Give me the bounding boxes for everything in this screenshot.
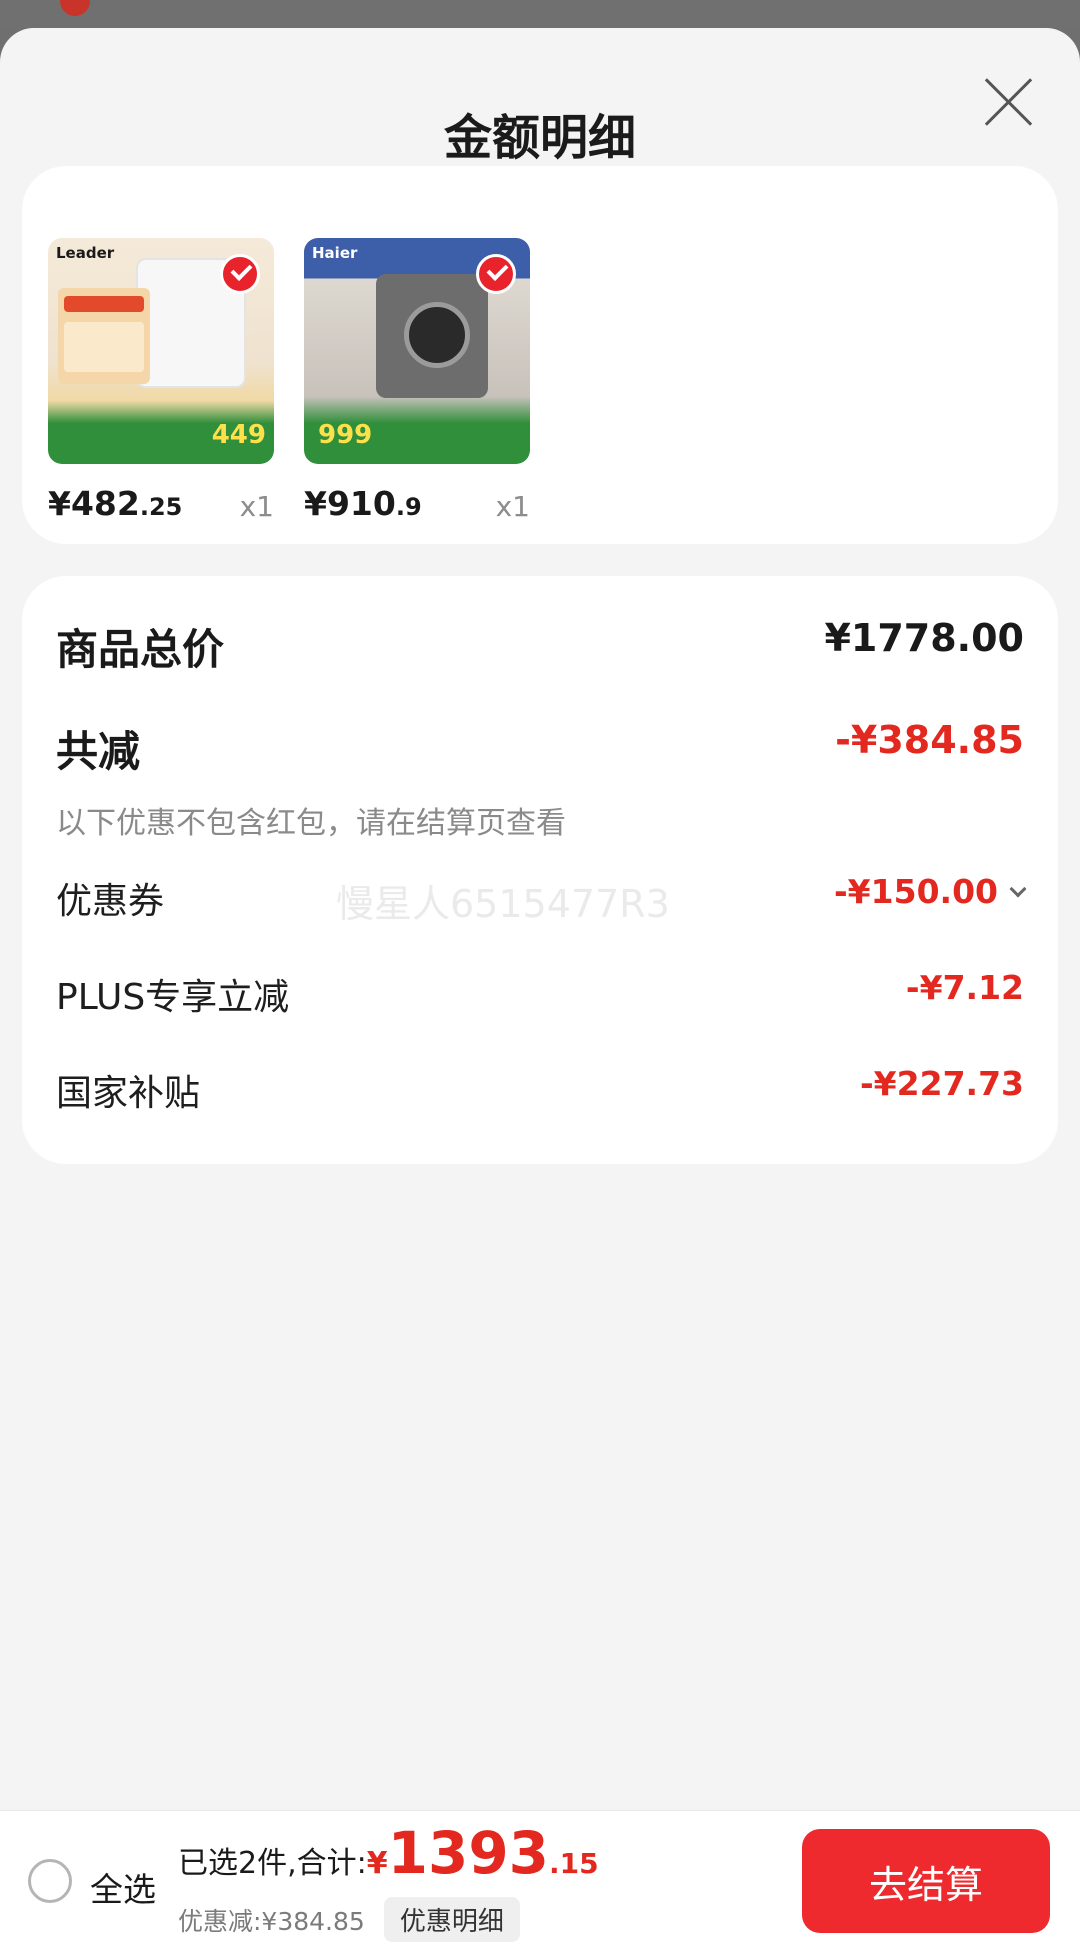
product-price-fraction: .9 xyxy=(395,493,422,521)
subsidy-label: 国家补贴 xyxy=(56,1073,201,1114)
product-thumbnail[interactable]: Leader 449 xyxy=(48,238,274,464)
total-currency: ¥ xyxy=(366,1846,388,1881)
product-price-line: ¥482.25 x1 xyxy=(48,484,274,524)
thumb-price: 449 xyxy=(211,420,266,450)
checkout-button[interactable]: 去结算 xyxy=(802,1829,1050,1933)
plus-discount-label: PLUS专享立减 xyxy=(56,977,290,1018)
product-price-line: ¥910.9 x1 xyxy=(304,484,530,524)
product-price: ¥910 xyxy=(304,484,396,523)
close-icon[interactable] xyxy=(980,74,1036,130)
brand-logo: Haier xyxy=(312,244,358,262)
washer-drum xyxy=(404,302,470,368)
status-area xyxy=(0,0,1080,30)
product-price: ¥482 xyxy=(48,484,140,523)
price-summary-card: 商品总价 ¥1778.00 共减 -¥384.85 以下优惠不包含红包，请在结算… xyxy=(22,576,1058,1164)
app-badge-icon xyxy=(60,0,90,16)
select-all-label[interactable]: 全选 xyxy=(90,1863,156,1911)
product-price-fraction: .25 xyxy=(139,493,183,521)
plus-discount-value: -¥7.12 xyxy=(905,968,1024,1007)
chevron-down-icon[interactable] xyxy=(1009,880,1027,898)
product-item[interactable]: Leader 449 ¥482.25 x1 xyxy=(48,238,274,524)
discount-summary: 优惠减:¥384.85 优惠明细 xyxy=(178,1897,520,1942)
selected-check-icon[interactable] xyxy=(476,254,516,294)
brand-logo: Leader xyxy=(56,244,115,262)
total-price-value: ¥1778.00 xyxy=(824,616,1024,660)
selected-summary: 已选2件,合计:¥1393.15 xyxy=(178,1819,599,1887)
product-quantity: x1 xyxy=(239,490,274,523)
discount-note: 以下优惠不包含红包，请在结算页查看 xyxy=(56,806,566,841)
checkout-bar: 全选 已选2件,合计:¥1393.15 优惠减:¥384.85 优惠明细 去结算 xyxy=(0,1810,1080,1948)
discount-detail-button[interactable]: 优惠明细 xyxy=(383,1897,520,1942)
discount-amount-text: 优惠减:¥384.85 xyxy=(178,1907,365,1936)
total-reduce-value: -¥384.85 xyxy=(835,718,1024,762)
coupon-value-group[interactable]: -¥150.00 xyxy=(833,872,1027,911)
total-amount-fraction: .15 xyxy=(549,1847,599,1880)
sheet-title: 金额明细 xyxy=(443,110,636,166)
product-thumbnail[interactable]: Haier 999 xyxy=(304,238,530,464)
product-list-card: Leader 449 ¥482.25 x1 Haier 999 ¥910.9 x… xyxy=(22,166,1058,544)
selected-count-text: 已选2件,合计: xyxy=(178,1846,367,1881)
product-quantity: x1 xyxy=(495,490,530,523)
coupon-label: 优惠券 xyxy=(56,881,165,922)
total-reduce-label: 共减 xyxy=(56,727,141,776)
amount-detail-sheet: 金额明细 Leader 449 ¥482.25 x1 Haier 999 ¥91… xyxy=(0,28,1080,1948)
total-price-label: 商品总价 xyxy=(56,625,225,674)
thumb-price: 999 xyxy=(318,420,373,450)
coupon-value: -¥150.00 xyxy=(833,872,998,911)
product-item[interactable]: Haier 999 ¥910.9 x1 xyxy=(304,238,530,524)
subsidy-value: -¥227.73 xyxy=(859,1064,1024,1103)
promo-panel xyxy=(58,288,150,384)
select-all-radio[interactable] xyxy=(28,1859,72,1903)
total-amount: 1393 xyxy=(387,1819,550,1887)
selected-check-icon[interactable] xyxy=(220,254,260,294)
watermark: 慢星人6515477R3 xyxy=(336,882,670,926)
